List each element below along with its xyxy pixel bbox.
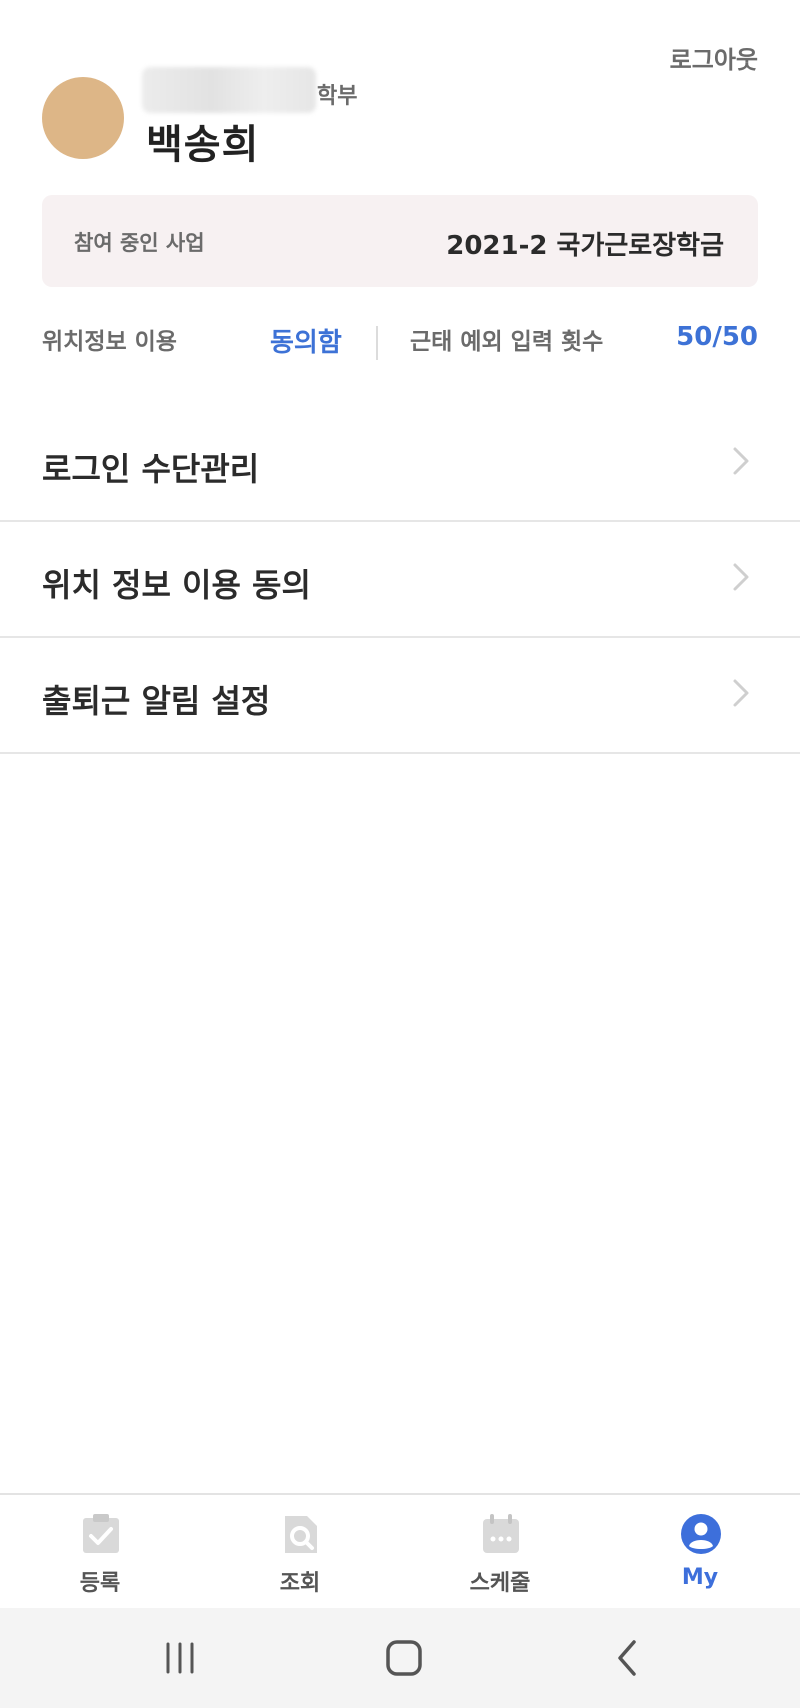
department-suffix: 학부	[317, 84, 358, 109]
menu-item-location-consent[interactable]: 위치 정보 이용 동의	[0, 520, 800, 638]
menu-item-commute-alerts[interactable]: 출퇴근 알림 설정	[0, 636, 800, 754]
menu-item-label: 로그인 수단관리	[42, 450, 260, 488]
tab-register[interactable]: 등록	[0, 1495, 200, 1610]
program-info-card: 참여 중인 사업 2021-2 국가근로장학금	[42, 195, 758, 287]
location-usage-label: 위치정보 이용	[42, 329, 177, 355]
bottom-navigation: 등록 조회 스케줄 My	[0, 1493, 800, 1610]
user-name: 백송희	[146, 122, 260, 168]
attendance-exception-count: 50/50	[676, 322, 758, 352]
tab-schedule[interactable]: 스케줄	[400, 1495, 600, 1610]
search-document-icon	[285, 1516, 317, 1553]
tab-label: 스케줄	[469, 1571, 531, 1596]
tab-label: 등록	[79, 1571, 121, 1596]
chevron-right-icon	[733, 679, 749, 707]
tab-label: My	[681, 1565, 719, 1590]
menu-item-login-methods[interactable]: 로그인 수단관리	[0, 404, 800, 522]
chevron-right-icon	[733, 563, 749, 591]
recent-apps-icon[interactable]	[158, 1636, 202, 1680]
home-icon[interactable]	[382, 1636, 426, 1680]
program-label: 참여 중인 사업	[74, 231, 205, 255]
logout-button[interactable]: 로그아웃	[670, 40, 758, 75]
department-name-blurred	[142, 67, 316, 113]
clipboard-check-icon	[83, 1514, 119, 1553]
menu-item-label: 출퇴근 알림 설정	[42, 682, 271, 720]
tab-inquiry[interactable]: 조회	[200, 1495, 400, 1610]
location-usage-value: 동의함	[270, 328, 342, 358]
menu-item-label: 위치 정보 이용 동의	[42, 566, 311, 604]
tab-my[interactable]: My	[600, 1495, 800, 1610]
program-value: 2021-2 국가근로장학금	[446, 231, 724, 261]
stats-divider	[376, 326, 378, 360]
avatar	[42, 77, 124, 159]
back-icon[interactable]	[606, 1636, 650, 1680]
tab-label: 조회	[279, 1571, 321, 1596]
user-profile-icon	[681, 1514, 721, 1554]
system-navigation-bar	[0, 1608, 800, 1708]
chevron-right-icon	[733, 447, 749, 475]
attendance-exception-label: 근태 예외 입력 횟수	[410, 329, 604, 355]
calendar-icon	[483, 1514, 519, 1553]
